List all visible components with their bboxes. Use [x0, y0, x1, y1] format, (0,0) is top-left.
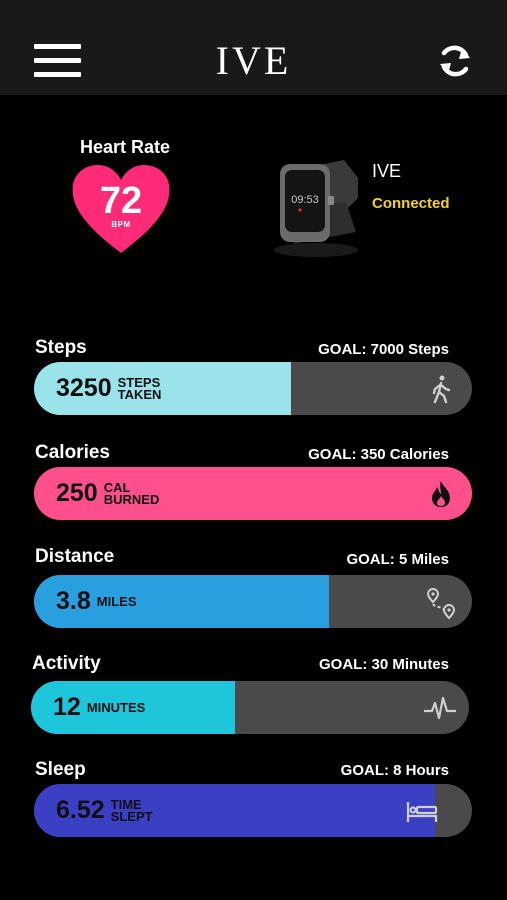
sleep-value: 6.52: [56, 796, 105, 824]
sleep-value-group: 6.52 TIME SLEPT: [56, 784, 153, 837]
watch-time: 09:53: [291, 194, 319, 206]
heart-rate-value: 72: [99, 180, 143, 222]
route-map-icon: [426, 587, 456, 620]
distance-label: Distance: [35, 546, 115, 567]
distance-progress-bar[interactable]: 3.8 MILES: [34, 575, 472, 628]
device-name: IVE: [372, 161, 402, 181]
activity-unit-line1: MINUTES: [86, 699, 146, 715]
calories-label: Calories: [35, 442, 110, 463]
sleep-unit: TIME SLEPT: [110, 798, 153, 824]
bed-icon: [406, 796, 438, 826]
steps-label: Steps: [35, 337, 87, 358]
steps-goal: GOAL: 7000 Steps: [318, 341, 449, 358]
calories-unit: CAL BURNED: [103, 481, 160, 507]
calories-progress-bar[interactable]: 250 CAL BURNED: [34, 467, 472, 520]
sleep-progress-bar[interactable]: 6.52 TIME SLEPT: [34, 784, 472, 837]
app-title: IVE: [215, 38, 292, 83]
distance-goal: GOAL: 5 Miles: [346, 551, 449, 568]
sync-icon[interactable]: [436, 42, 474, 80]
heart-rate-label: Heart Rate: [79, 137, 171, 157]
distance-value: 3.8: [56, 587, 91, 615]
activity-value-group: 12 MINUTES: [53, 681, 145, 734]
calories-value: 250: [56, 479, 98, 507]
smartwatch-image: 09:53: [264, 152, 364, 262]
heart-rate-widget: 72 BPM: [70, 163, 172, 256]
distance-unit-line1: MILES: [96, 593, 137, 609]
activity-pulse-icon: [423, 693, 456, 723]
sleep-goal: GOAL: 8 Hours: [340, 762, 449, 779]
steps-unit: STEPS TAKEN: [117, 376, 162, 402]
steps-value-group: 3250 STEPS TAKEN: [56, 362, 161, 415]
distance-value-group: 3.8 MILES: [56, 575, 137, 628]
calories-unit-line2: BURNED: [103, 491, 160, 507]
sleep-unit-line2: SLEPT: [110, 808, 153, 824]
steps-value: 3250: [56, 374, 112, 402]
activity-goal: GOAL: 30 Minutes: [318, 656, 449, 673]
walking-person-icon: [426, 374, 456, 404]
activity-unit: MINUTES: [86, 699, 146, 715]
calories-value-group: 250 CAL BURNED: [56, 467, 159, 520]
calories-goal: GOAL: 350 Calories: [308, 446, 449, 463]
device-connection-status: Connected: [372, 195, 450, 212]
top-app-bar: IVE: [0, 0, 507, 95]
steps-progress-bar[interactable]: 3250 STEPS TAKEN: [34, 362, 472, 415]
activity-label: Activity: [32, 653, 101, 674]
activity-progress-bar[interactable]: 12 MINUTES: [31, 681, 469, 734]
flame-icon: [426, 479, 456, 509]
distance-unit: MILES: [96, 593, 137, 609]
sleep-label: Sleep: [35, 759, 86, 780]
steps-unit-line2: TAKEN: [117, 386, 162, 402]
activity-value: 12: [53, 693, 81, 721]
heart-rate-unit: BPM: [111, 220, 131, 229]
